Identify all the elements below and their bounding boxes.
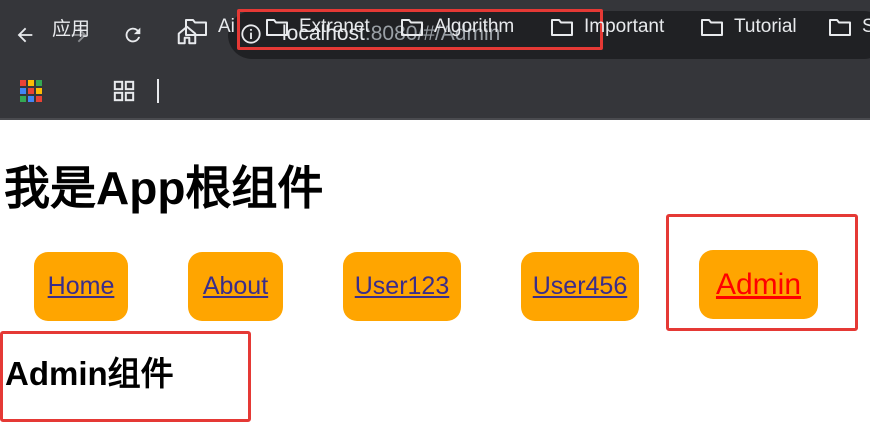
- bookmark-folder-extranet[interactable]: Extranet: [265, 14, 370, 40]
- bookmark-folder-s[interactable]: S: [828, 14, 870, 40]
- bookmark-label: 应用: [52, 18, 91, 40]
- folder-icon: [551, 19, 573, 36]
- bookmark-apps[interactable]: 应用: [52, 14, 90, 40]
- bookmark-label: Important: [584, 16, 665, 37]
- bookmark-label: Tutorial: [734, 16, 797, 37]
- nav-link-user123[interactable]: User123: [343, 252, 461, 321]
- bookmark-label: Extranet: [299, 16, 370, 37]
- bookmark-label: Ai: [218, 16, 235, 37]
- admin-heading-highlight-box: [0, 331, 251, 422]
- bookmark-label: S: [862, 16, 870, 37]
- folder-icon: [829, 19, 851, 36]
- folder-icon: [185, 19, 207, 36]
- back-arrow-icon: [17, 27, 33, 43]
- bookmark-folder-important[interactable]: Important: [550, 14, 664, 40]
- bookmark-label: Algorithm: [434, 16, 515, 37]
- bookmark-folder-algorithm[interactable]: Algorithm: [400, 14, 514, 40]
- reload-button[interactable]: [116, 18, 150, 52]
- nav-link-user456[interactable]: User456: [521, 252, 639, 321]
- reload-icon: [125, 27, 141, 43]
- folder-icon: [266, 19, 288, 36]
- admin-link-highlight-box: [666, 214, 858, 331]
- page-title: 我是App根组件: [4, 162, 324, 214]
- folder-icon: [701, 19, 723, 36]
- bookmark-folder-tutorial[interactable]: Tutorial: [700, 14, 797, 40]
- folder-icon: [401, 19, 423, 36]
- apps-icon[interactable]: [20, 80, 42, 102]
- tab-groups-icon[interactable]: [113, 80, 135, 102]
- bookmarks-separator: [157, 79, 159, 103]
- bookmark-folder-ai[interactable]: Ai: [184, 14, 235, 40]
- back-button[interactable]: [8, 18, 42, 52]
- nav-link-home[interactable]: Home: [34, 252, 128, 321]
- nav-link-about[interactable]: About: [188, 252, 283, 321]
